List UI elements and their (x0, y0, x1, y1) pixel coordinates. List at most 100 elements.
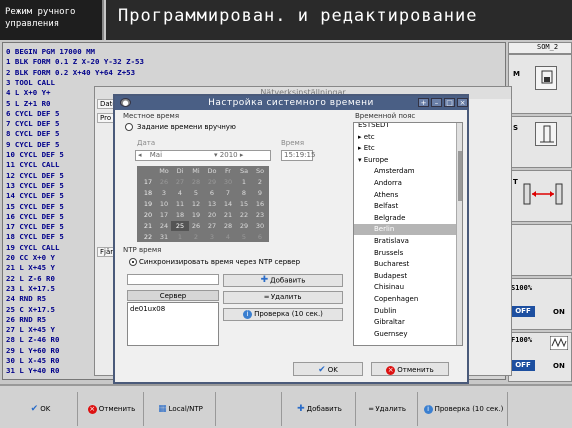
year-spin-icon[interactable]: ▾ (214, 151, 218, 159)
ok-icon: ✔ (318, 365, 326, 375)
server-list[interactable]: de01ux08 (127, 302, 219, 346)
softkey-cancel[interactable]: × Отменить (80, 392, 144, 426)
softkey-empty-1[interactable] (218, 392, 282, 426)
timezone-item[interactable]: Athens (354, 190, 462, 201)
month-value: Mai (149, 151, 163, 159)
calendar-day[interactable]: 23 (251, 210, 269, 220)
ntp-sync-label: Синхронизировать время через NTP сервер (139, 258, 301, 266)
calendar[interactable]: Mo Di Mi Do Fr Sa So 17 26 27 28 29 30 1 2 18 3 4 5 6 7 8 9 19 1… (137, 166, 269, 242)
timezone-item[interactable]: Dublin (354, 306, 462, 317)
scroll-thumb[interactable] (458, 151, 462, 201)
date-label: Дата (137, 139, 156, 147)
timezone-name: Belfast (374, 202, 399, 211)
softkey-ok-label: OK (40, 405, 51, 413)
calendar-day[interactable]: 2 (251, 177, 269, 187)
window-menu-icon[interactable]: ● (120, 98, 131, 107)
timezone-name: Belgrade (374, 213, 406, 222)
program-line[interactable]: 2 BLK FORM 0.2 X+40 Y+64 Z+53 (6, 68, 186, 77)
dialog-cancel-label: Отменить (397, 366, 434, 374)
next-month-icon[interactable]: ▸ (238, 151, 244, 159)
screen: Режим ручного управления Программирован.… (0, 0, 572, 428)
timezone-item[interactable]: ESTSEDT (354, 122, 462, 131)
f-on-label: ON (553, 362, 565, 370)
manual-time-label: Задание времени вручную (137, 123, 236, 131)
softkey-add-label: Добавить (306, 405, 342, 413)
s-label: S (513, 124, 519, 132)
timezone-name: ESTSEDT (358, 122, 390, 129)
delete-server-label: Удалить (270, 293, 302, 301)
timezone-item[interactable]: Copenhagen (354, 294, 462, 305)
add-icon: ✚ (260, 275, 269, 285)
calendar-day[interactable]: 9 (251, 188, 269, 198)
timezone-item[interactable]: Bucharest (354, 259, 462, 270)
delete-server-button[interactable]: ═ Удалить (223, 291, 343, 304)
program-line[interactable]: 0 BEGIN PGM 17000 MM (6, 47, 216, 56)
spindle-icon (535, 122, 557, 146)
program-line[interactable]: 1 BLK FORM 0.1 Z X-20 Y-32 Z-53 (6, 57, 186, 66)
calendar-day[interactable]: 6 (251, 232, 269, 242)
tab-pro[interactable]: Pro (97, 113, 115, 123)
minimize-icon[interactable]: – (431, 98, 442, 107)
add-server-button[interactable]: ✚ Добавить (223, 274, 343, 287)
timezone-label: Временной пояс (355, 112, 416, 120)
calendar-day[interactable]: 30 (251, 221, 269, 231)
time-label: Время (281, 139, 305, 147)
softkey-empty-2[interactable] (510, 392, 568, 426)
softkey-delete[interactable]: ═ Удалить (358, 392, 418, 426)
softkey-cancel-icon: × (87, 404, 97, 414)
softkey-cancel-label: Отменить (98, 405, 136, 413)
server-list-item[interactable]: de01ux08 (130, 305, 165, 313)
softkey-local-ntp[interactable]: ▦ Local/NTP (146, 392, 216, 426)
cancel-icon: × (386, 365, 396, 375)
timezone-item[interactable]: Amsterdam (354, 166, 462, 177)
check-server-button[interactable]: i Проверка (10 сек.) (223, 308, 343, 321)
s-on-label: ON (553, 308, 565, 316)
s-off-badge: OFF (511, 306, 535, 317)
timezone-name: Europe (363, 155, 389, 164)
timezone-item[interactable]: Gibraltar (354, 317, 462, 328)
timezone-item[interactable]: Belgrade (354, 213, 462, 224)
timezone-item[interactable]: ▾ Europe (354, 155, 462, 166)
timezone-scrollbar[interactable] (456, 123, 462, 345)
timezone-name: Gibraltar (374, 318, 405, 327)
timezone-item[interactable]: ▸ etc (354, 132, 462, 143)
softkey-bar: ✔ OK × Отменить ▦ Local/NTP ✚ Добавить ═ Уда… (0, 384, 572, 428)
softkey-add[interactable]: ✚ Добавить (284, 392, 356, 426)
ntp-sync-radio[interactable] (129, 258, 137, 266)
timezone-item[interactable]: Brussels (354, 248, 462, 259)
mode-indicator: Режим ручного управления (0, 0, 104, 40)
timezone-item[interactable]: ▸ Etc (354, 143, 462, 154)
timezone-name: Bratislava (374, 237, 409, 245)
mode-line-1: Режим ручного (5, 7, 76, 17)
calendar-day[interactable]: 16 (251, 199, 269, 209)
pin-icon[interactable]: + (418, 98, 429, 107)
softkey-check[interactable]: i Проверка (10 сек.) (420, 392, 508, 426)
timezone-name: Etc (363, 144, 375, 153)
close-icon[interactable]: × (457, 98, 468, 107)
dialog-ok-button[interactable]: ✔ OK (293, 362, 363, 376)
plc-icon (535, 66, 557, 90)
time-field[interactable]: 15:19:15 (281, 150, 315, 161)
timezone-item[interactable]: Chisinau (354, 282, 462, 293)
timezone-item[interactable]: Bratislava (354, 236, 462, 247)
timezone-list[interactable]: ESTSEDT ▸ etc ▸ Etc ▾ Europe Amsterdam Andorr… (353, 122, 463, 346)
timezone-item[interactable]: Berlin (354, 224, 462, 236)
check-server-label: Проверка (10 сек.) (254, 310, 323, 318)
timezone-name: Berlin (374, 225, 395, 234)
softkey-check-label: Проверка (10 сек.) (434, 405, 504, 413)
timezone-item[interactable]: Guernsey (354, 329, 462, 340)
softkey-ok[interactable]: ✔ OK (4, 392, 78, 426)
feed-wave-icon (549, 335, 569, 352)
prev-month-icon[interactable]: ◂ (138, 151, 144, 159)
timezone-name: Chisinau (374, 283, 405, 292)
ntp-server-input[interactable] (127, 274, 219, 285)
maximize-icon[interactable]: □ (444, 98, 455, 107)
manual-time-radio[interactable] (125, 123, 133, 131)
timezone-item[interactable]: Belfast (354, 201, 462, 212)
timezone-name: Brussels (374, 248, 404, 257)
dialog-cancel-button[interactable]: × Отменить (371, 362, 449, 376)
timezone-item[interactable]: Andorra (354, 178, 462, 189)
month-year-selector[interactable]: ◂ Mai ▾ 2010 ▸ (135, 150, 271, 161)
timezone-item[interactable]: Budapest (354, 271, 462, 282)
timezone-name: Dublin (374, 306, 397, 315)
